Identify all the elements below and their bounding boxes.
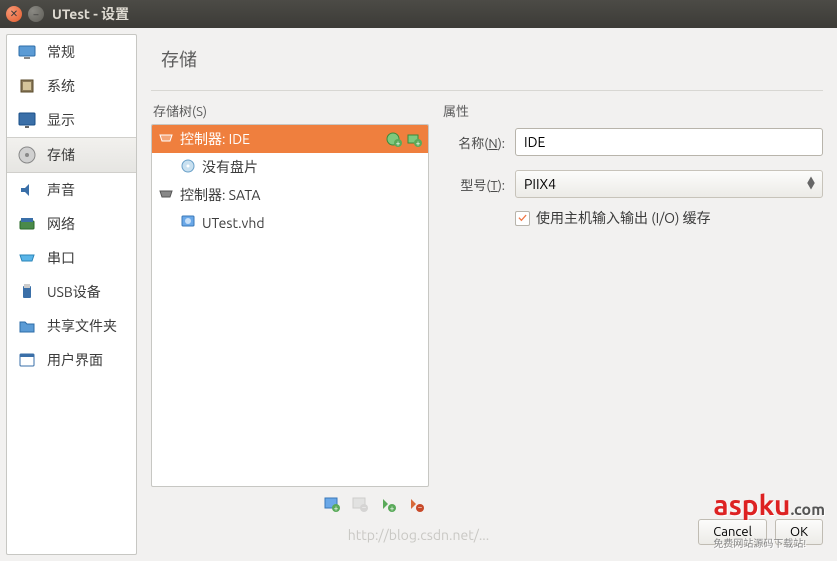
- controller-ide[interactable]: 控制器: IDE + +: [152, 125, 428, 153]
- serial-icon: [17, 248, 37, 268]
- display-icon: [17, 110, 37, 130]
- sidebar-item-audio[interactable]: 声音: [7, 173, 136, 207]
- hdd-icon: [180, 213, 196, 232]
- sidebar-item-label: 声音: [47, 180, 75, 200]
- name-input[interactable]: [515, 128, 823, 156]
- controller-sata[interactable]: 控制器: SATA: [152, 181, 428, 209]
- sidebar-item-label: 用户界面: [47, 350, 103, 370]
- svg-text:+: +: [334, 504, 339, 513]
- svg-text:+: +: [396, 139, 401, 147]
- properties-label: 属性: [441, 101, 823, 120]
- sidebar-item-label: 网络: [47, 214, 75, 234]
- chevron-updown-icon: ▲▼: [807, 178, 815, 190]
- svg-text:+: +: [416, 139, 421, 147]
- disc-label: 没有盘片: [202, 157, 258, 177]
- sidebar-item-network[interactable]: 网络: [7, 207, 136, 241]
- io-cache-label: 使用主机输入输出 (I/O) 缓存: [536, 208, 711, 228]
- io-cache-checkbox[interactable]: ✓: [515, 211, 530, 226]
- add-controller-icon[interactable]: +: [323, 495, 341, 513]
- model-select[interactable]: PIIX4: [515, 170, 823, 198]
- ide-empty-disc[interactable]: 没有盘片: [152, 153, 428, 181]
- ok-button[interactable]: OK: [775, 519, 823, 545]
- sidebar-item-display[interactable]: 显示: [7, 103, 136, 137]
- dialog-buttons: Cancel OK: [151, 513, 823, 551]
- add-cd-icon[interactable]: +: [386, 131, 402, 147]
- sidebar: 常规 系统 显示 存储 声音 网络 串口 USB设备: [6, 34, 137, 555]
- storage-tree-label: 存储树(S): [151, 101, 429, 120]
- add-hdd-icon[interactable]: +: [406, 131, 422, 147]
- svg-text:−: −: [418, 503, 423, 512]
- name-label: 名称(N):: [441, 133, 505, 152]
- properties-panel: 属性 名称(N): 型号(T): PIIX4 ▲▼ ✓ 使用主机输入输出 (I/…: [441, 101, 823, 513]
- sidebar-item-system[interactable]: 系统: [7, 69, 136, 103]
- titlebar: ✕ – UTest - 设置: [0, 0, 837, 28]
- sidebar-item-label: 系统: [47, 76, 75, 96]
- audio-icon: [17, 180, 37, 200]
- model-label: 型号(T):: [441, 175, 505, 194]
- vhd-label: UTest.vhd: [202, 215, 265, 231]
- monitor-icon: [17, 42, 37, 62]
- main-panel: 存储 存储树(S) 控制器: IDE + +: [137, 28, 837, 561]
- ui-icon: [17, 350, 37, 370]
- close-icon[interactable]: ✕: [6, 6, 22, 22]
- add-attachment-icon[interactable]: +: [379, 495, 397, 513]
- window-title: UTest - 设置: [52, 4, 129, 24]
- network-icon: [17, 214, 37, 234]
- sidebar-item-general[interactable]: 常规: [7, 35, 136, 69]
- controller-label: 控制器: IDE: [180, 129, 250, 149]
- content: 常规 系统 显示 存储 声音 网络 串口 USB设备: [0, 28, 837, 561]
- sidebar-item-label: 串口: [47, 248, 75, 268]
- svg-text:+: +: [390, 504, 395, 513]
- sidebar-item-serial[interactable]: 串口: [7, 241, 136, 275]
- sidebar-item-ui[interactable]: 用户界面: [7, 343, 136, 377]
- sidebar-item-label: 存储: [47, 145, 75, 165]
- sidebar-item-label: 显示: [47, 110, 75, 130]
- folder-icon: [17, 316, 37, 336]
- controller-icon: [158, 130, 174, 149]
- sidebar-item-storage[interactable]: 存储: [7, 137, 136, 173]
- check-icon: ✓: [518, 212, 526, 225]
- cancel-button[interactable]: Cancel: [698, 519, 767, 545]
- panels: 存储树(S) 控制器: IDE + + 没有盘片: [151, 91, 823, 513]
- usb-icon: [17, 282, 37, 302]
- storage-tree: 控制器: IDE + + 没有盘片 控制器: SATA: [151, 124, 429, 487]
- sidebar-item-label: 常规: [47, 42, 75, 62]
- controller-icon: [158, 186, 174, 205]
- remove-controller-icon[interactable]: −: [351, 495, 369, 513]
- disk-icon: [17, 145, 37, 165]
- io-cache-row[interactable]: ✓ 使用主机输入输出 (I/O) 缓存: [441, 208, 823, 228]
- storage-tree-panel: 存储树(S) 控制器: IDE + + 没有盘片: [151, 101, 429, 513]
- minimize-icon[interactable]: –: [28, 6, 44, 22]
- tree-toolbar: + − + −: [151, 487, 429, 513]
- cd-icon: [180, 158, 196, 177]
- model-row: 型号(T): PIIX4 ▲▼: [441, 166, 823, 208]
- remove-attachment-icon[interactable]: −: [407, 495, 425, 513]
- sidebar-item-shared[interactable]: 共享文件夹: [7, 309, 136, 343]
- sidebar-item-label: USB设备: [47, 282, 101, 302]
- window-buttons: ✕ –: [6, 6, 44, 22]
- sidebar-item-usb[interactable]: USB设备: [7, 275, 136, 309]
- page-title: 存储: [151, 38, 823, 91]
- name-row: 名称(N):: [441, 124, 823, 166]
- svg-text:−: −: [362, 503, 367, 512]
- controller-label: 控制器: SATA: [180, 185, 260, 205]
- sidebar-item-label: 共享文件夹: [47, 316, 117, 336]
- chip-icon: [17, 76, 37, 96]
- sata-vhd[interactable]: UTest.vhd: [152, 209, 428, 236]
